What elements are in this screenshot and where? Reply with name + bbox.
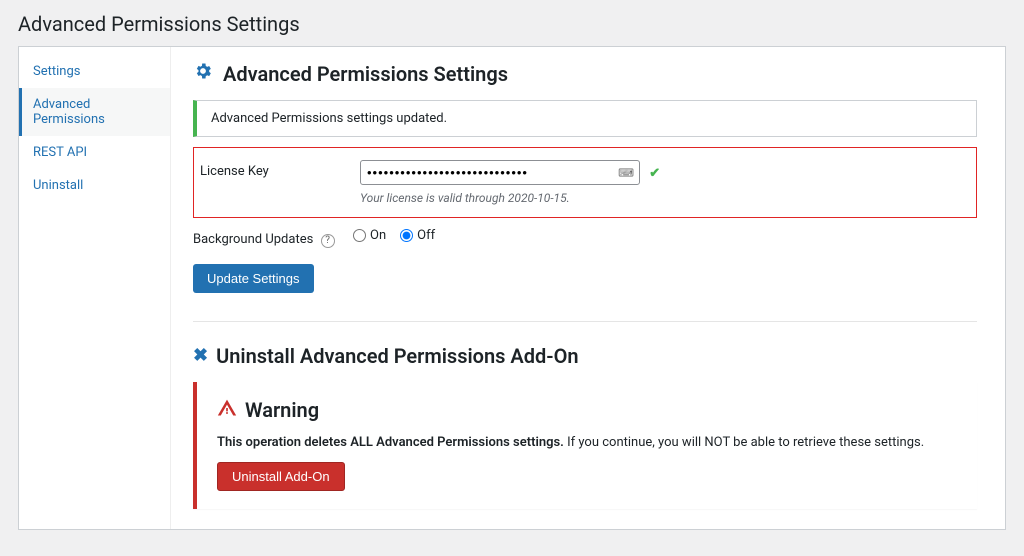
- sidebar-item-uninstall[interactable]: Uninstall: [19, 169, 170, 202]
- sidebar-item-settings[interactable]: Settings: [19, 55, 170, 88]
- update-notice: Advanced Permissions settings updated.: [193, 100, 977, 137]
- help-icon[interactable]: ?: [321, 234, 335, 248]
- divider: [193, 321, 977, 322]
- settings-panel: Settings Advanced Permissions REST API U…: [18, 46, 1006, 530]
- bg-updates-off-radio[interactable]: [400, 229, 413, 242]
- uninstall-heading: ✖ Uninstall Advanced Permissions Add-On: [193, 344, 977, 368]
- license-highlight-box: License Key ⌨ ✔ Your license is valid th…: [193, 147, 977, 218]
- bg-updates-label: Background Updates ?: [193, 228, 353, 252]
- warning-text: This operation deletes ALL Advanced Perm…: [217, 435, 957, 450]
- license-status-text: Your license is valid through 2020-10-15…: [360, 191, 970, 205]
- sidebar-item-rest-api[interactable]: REST API: [19, 136, 170, 169]
- settings-title-text: Advanced Permissions Settings: [223, 62, 508, 86]
- warning-title-text: Warning: [245, 398, 319, 422]
- off-label: Off: [417, 228, 435, 243]
- sidebar: Settings Advanced Permissions REST API U…: [19, 47, 171, 529]
- warning-card: Warning This operation deletes ALL Advan…: [193, 382, 977, 509]
- license-row: License Key ⌨ ✔ Your license is valid th…: [200, 160, 970, 205]
- keyboard-icon: ⌨: [618, 166, 634, 179]
- license-label: License Key: [200, 160, 360, 183]
- bg-updates-row: Background Updates ? On Off: [193, 228, 977, 252]
- check-icon: ✔: [649, 166, 660, 181]
- main-content: Advanced Permissions Settings Advanced P…: [171, 47, 1005, 529]
- bg-updates-on-radio[interactable]: [353, 229, 366, 242]
- warning-icon: [217, 398, 237, 423]
- on-label: On: [370, 228, 386, 243]
- uninstall-title-text: Uninstall Advanced Permissions Add-On: [216, 344, 579, 368]
- settings-heading: Advanced Permissions Settings: [193, 61, 977, 86]
- page-title: Advanced Permissions Settings: [18, 12, 1006, 36]
- update-settings-button[interactable]: Update Settings: [193, 264, 314, 293]
- sidebar-item-advanced-permissions[interactable]: Advanced Permissions: [19, 88, 170, 136]
- x-icon: ✖: [193, 345, 208, 366]
- warning-heading: Warning: [217, 398, 957, 423]
- uninstall-addon-button[interactable]: Uninstall Add-On: [217, 462, 345, 491]
- gears-icon: [193, 61, 215, 86]
- license-key-input[interactable]: [360, 160, 640, 185]
